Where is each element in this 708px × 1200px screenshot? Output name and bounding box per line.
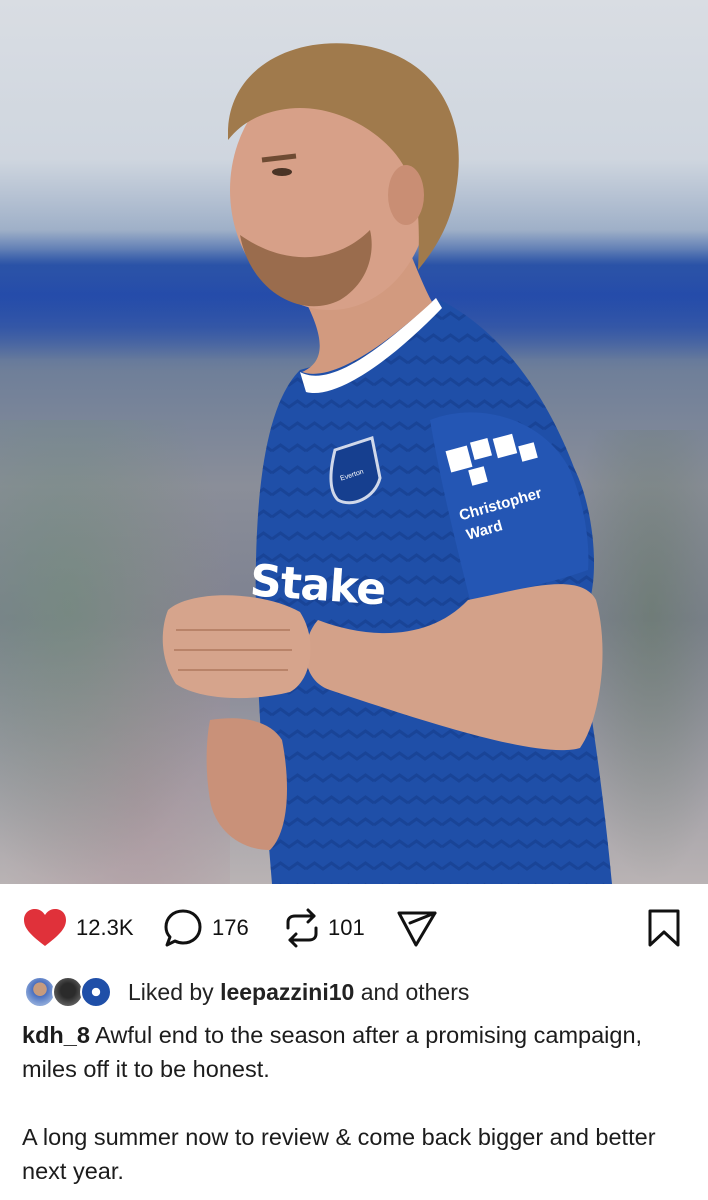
caption-username[interactable]: kdh_8: [22, 1022, 90, 1048]
liked-by-prefix: Liked by: [128, 978, 214, 1005]
post-actions-bar: 12.3K 176 101: [0, 896, 708, 960]
like-count: 12.3K: [76, 915, 134, 940]
heart-icon: [24, 909, 66, 946]
bookmark-icon: [648, 909, 680, 947]
avatar: [80, 976, 112, 1008]
post-caption: kdh_8 Awful end to the season after a pr…: [22, 1018, 686, 1188]
liked-by-user[interactable]: leepazzini10: [220, 979, 354, 1005]
caption-text-2: A long summer now to review & come back …: [22, 1124, 656, 1184]
save-button[interactable]: [646, 908, 682, 948]
player-illustration: [162, 43, 613, 884]
shirt-sponsor-text: Stake: [248, 555, 387, 616]
caption-text-1: Awful end to the season after a promisin…: [22, 1022, 643, 1082]
comment-count: 176: [212, 915, 249, 940]
repost-button[interactable]: 101: [284, 908, 365, 948]
post-photo[interactable]: Stake Christopher Ward Everton: [0, 0, 708, 884]
liker-avatars: [24, 974, 114, 1010]
comment-button[interactable]: 176: [162, 908, 249, 948]
comment-icon: [164, 909, 202, 947]
repost-icon: [286, 908, 318, 948]
liked-by-row[interactable]: Liked by leepazzini10 and others: [24, 972, 469, 1012]
repost-count: 101: [328, 915, 365, 940]
liked-by-suffix: and others: [360, 978, 470, 1005]
share-button[interactable]: [396, 908, 438, 948]
share-icon: [397, 911, 437, 947]
liked-by-text: Liked by leepazzini10 and others: [128, 979, 469, 1006]
like-button[interactable]: 12.3K: [22, 908, 134, 948]
